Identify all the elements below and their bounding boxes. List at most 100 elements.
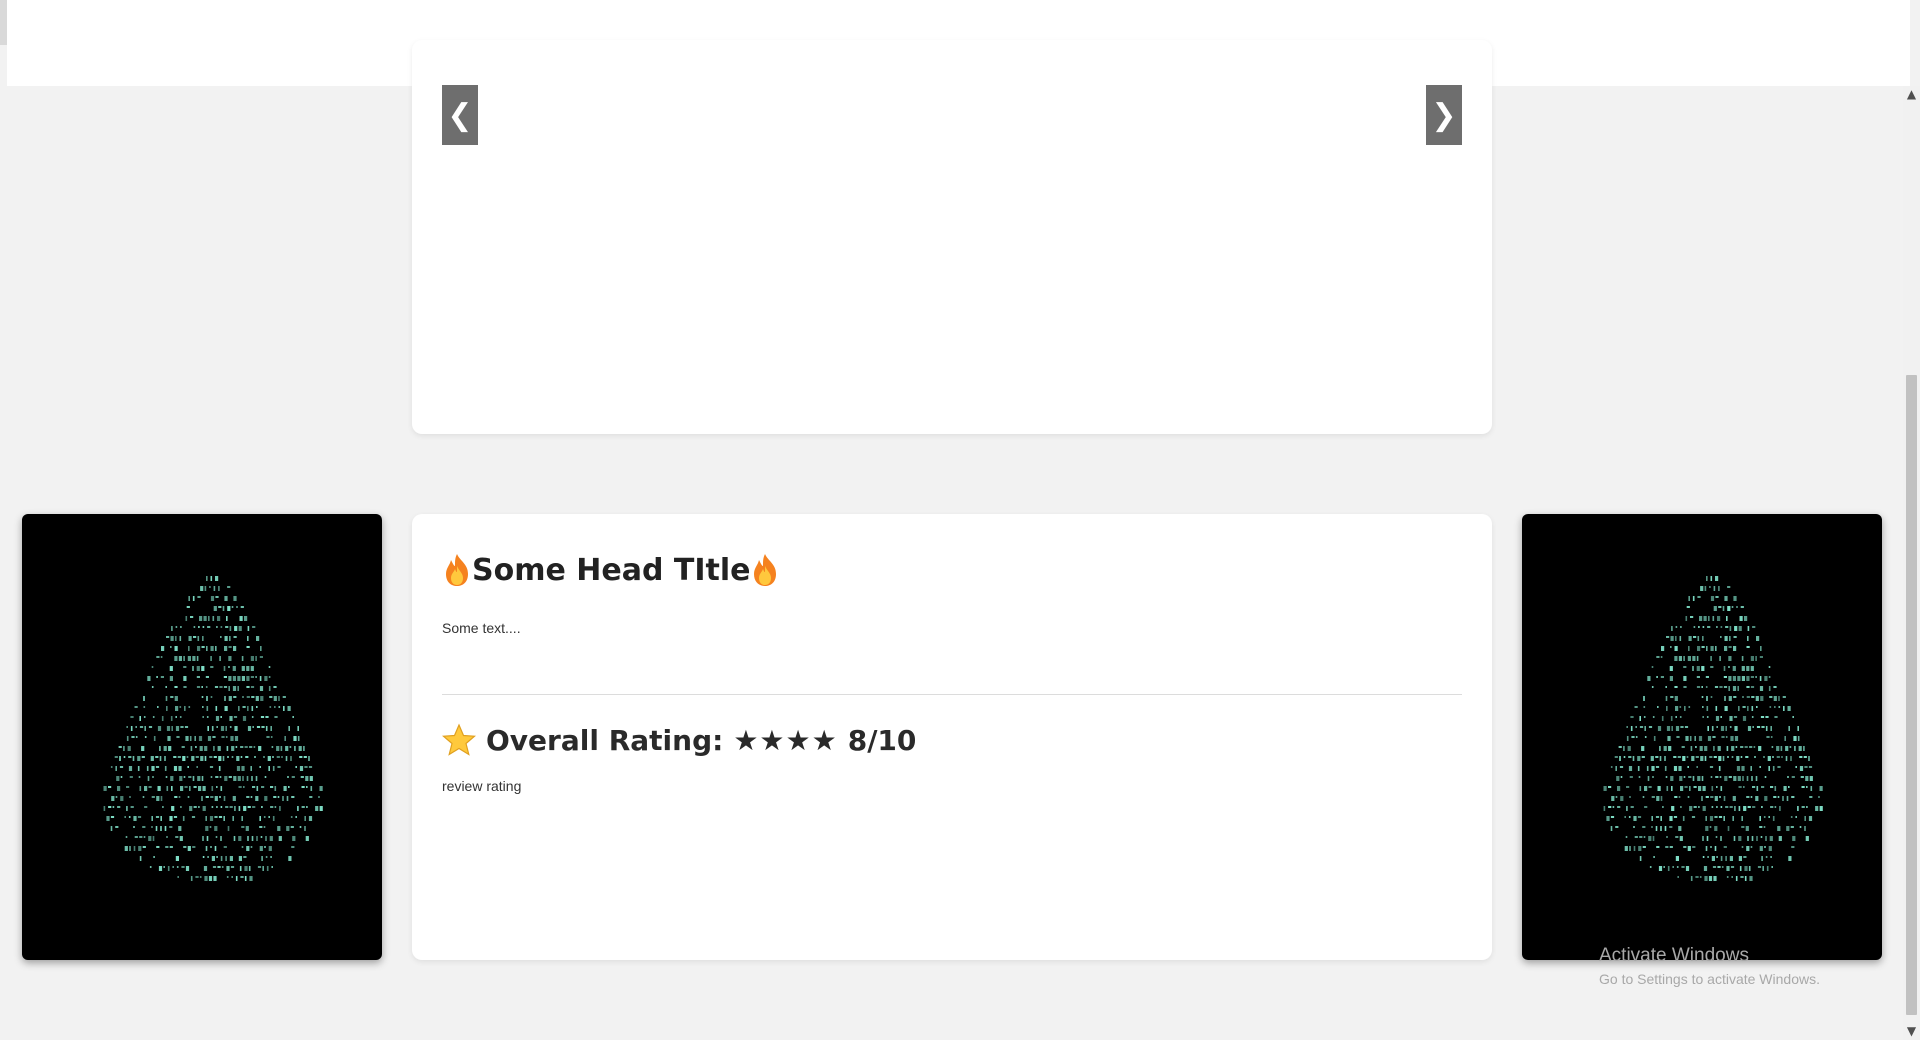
ascii-glyph	[1710, 646, 1714, 651]
ascii-glyph	[1755, 776, 1758, 781]
ascii-glyph	[1647, 676, 1651, 681]
ascii-glyph	[170, 776, 174, 781]
ascii-glyph	[170, 646, 172, 648]
ascii-glyph	[164, 826, 167, 831]
carousel-next-button[interactable]: ❯	[1426, 85, 1462, 145]
ascii-glyph	[229, 806, 233, 808]
ascii-glyph	[1643, 696, 1645, 701]
ascii-glyph	[220, 856, 223, 861]
ascii-glyph	[1720, 626, 1723, 628]
ascii-glyph	[222, 606, 225, 611]
ascii-glyph	[144, 786, 148, 791]
scrollbar-thumb[interactable]	[1906, 375, 1917, 1015]
ascii-glyph	[223, 816, 225, 821]
ascii-glyph	[1670, 696, 1674, 698]
ascii-glyph	[1746, 846, 1750, 851]
ascii-glyph	[1715, 836, 1718, 838]
vertical-scrollbar[interactable]: ▲ ▼	[1903, 86, 1920, 1040]
ascii-glyph	[1765, 856, 1768, 858]
ascii-glyph	[214, 816, 218, 818]
ascii-glyph	[1758, 746, 1762, 751]
ascii-glyph	[261, 856, 263, 861]
ascii-glyph	[264, 796, 268, 801]
ascii-glyph	[1680, 806, 1682, 808]
ascii-glyph	[220, 626, 223, 628]
ascii-glyph	[260, 696, 264, 701]
ascii-glyph	[1696, 676, 1700, 678]
ascii-glyph	[207, 736, 212, 741]
ascii-glyph	[152, 716, 155, 718]
rating-value: 8/10	[847, 723, 917, 757]
ascii-glyph	[1669, 826, 1673, 828]
ascii-glyph	[1747, 806, 1751, 808]
ascii-glyph	[1674, 686, 1678, 688]
ascii-glyph	[260, 836, 263, 838]
ascii-glyph	[1746, 646, 1750, 648]
ascii-glyph	[242, 776, 244, 781]
ascii-glyph	[210, 656, 212, 661]
ascii-glyph	[1728, 676, 1732, 681]
ascii-glyph	[256, 786, 259, 791]
ascii-glyph	[1699, 746, 1703, 751]
ascii-glyph	[217, 866, 221, 868]
ascii-glyph	[1741, 766, 1745, 771]
ascii-glyph	[156, 846, 160, 848]
scroll-up-icon[interactable]: ▲	[1903, 86, 1920, 103]
ascii-glyph	[1773, 686, 1777, 688]
ascii-glyph	[249, 746, 253, 748]
ascii-glyph	[1667, 866, 1670, 871]
ascii-glyph	[234, 806, 236, 811]
ascii-glyph	[150, 756, 154, 761]
ascii-glyph	[277, 766, 281, 768]
ascii-glyph	[1641, 746, 1645, 751]
ascii-glyph	[1696, 666, 1700, 671]
ascii-glyph	[291, 846, 295, 848]
ascii-glyph	[1634, 706, 1638, 708]
ascii-glyph	[1714, 816, 1718, 818]
ascii-glyph	[1742, 716, 1747, 721]
ascii-glyph	[241, 676, 245, 681]
ascii-glyph	[244, 866, 248, 871]
ascii-glyph	[1677, 756, 1681, 758]
ascii-glyph	[1683, 676, 1687, 681]
ascii-glyph	[1655, 816, 1660, 818]
ascii-glyph	[1706, 716, 1709, 718]
ascii-glyph	[1733, 636, 1737, 638]
ascii-glyph	[1778, 836, 1782, 841]
ascii-glyph	[215, 776, 219, 778]
ascii-glyph	[1755, 796, 1759, 801]
ascii-glyph	[1689, 736, 1692, 741]
ascii-glyph	[213, 746, 215, 751]
ascii-glyph	[209, 816, 214, 821]
ascii-glyph	[1655, 826, 1658, 831]
ascii-glyph	[1719, 686, 1723, 688]
ascii-glyph	[228, 666, 230, 668]
ascii-glyph	[1656, 796, 1660, 801]
ascii-glyph	[126, 726, 128, 728]
ascii-glyph	[1761, 786, 1765, 788]
ascii-glyph	[246, 666, 250, 671]
carousel-prev-button[interactable]: ❮	[442, 85, 478, 145]
ascii-glyph	[1768, 676, 1771, 678]
ascii-glyph	[117, 786, 121, 791]
ascii-glyph	[1692, 846, 1696, 848]
ascii-glyph	[188, 646, 190, 651]
ascii-glyph	[224, 776, 228, 781]
ascii-glyph	[1753, 746, 1756, 748]
ascii-glyph	[1614, 756, 1618, 758]
ascii-glyph	[202, 636, 204, 641]
ascii-glyph	[1763, 816, 1766, 818]
ascii-glyph	[1710, 656, 1712, 661]
ascii-glyph	[247, 636, 249, 641]
ascii-glyph	[1741, 816, 1743, 821]
scroll-down-icon[interactable]: ▼	[1903, 1023, 1920, 1040]
ascii-glyph	[1740, 876, 1744, 878]
ascii-glyph	[108, 786, 112, 788]
ascii-glyph	[151, 686, 154, 688]
ascii-glyph	[143, 696, 145, 701]
ascii-glyph	[1628, 766, 1633, 771]
ascii-glyph	[1706, 836, 1709, 841]
watermark-subtitle: Go to Settings to activate Windows.	[1599, 971, 1820, 987]
ascii-glyph	[1711, 856, 1715, 861]
ascii-glyph	[306, 806, 308, 808]
